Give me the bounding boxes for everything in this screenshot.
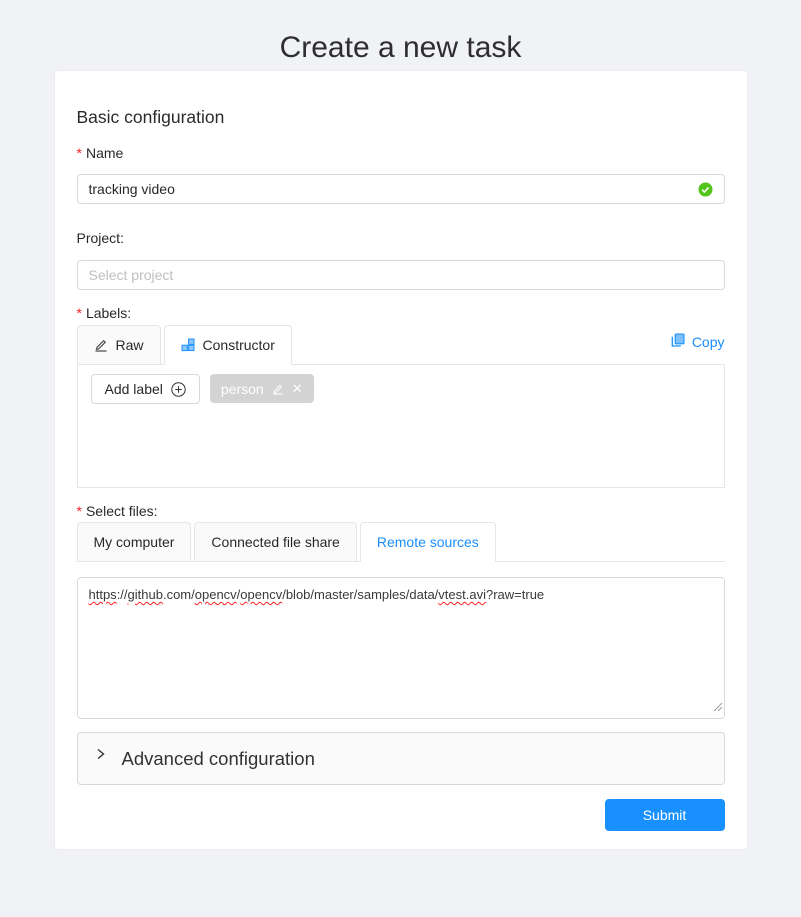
submit-row: Submit — [77, 799, 725, 831]
labels-label: *Labels: — [77, 305, 725, 321]
edit-icon — [94, 338, 108, 352]
tab-raw-label: Raw — [116, 337, 144, 353]
name-label-text: Name — [86, 145, 123, 161]
project-select[interactable]: Select project — [77, 260, 725, 290]
delete-label-icon[interactable]: ✕ — [292, 382, 303, 395]
resize-grip-icon[interactable] — [712, 698, 723, 717]
name-input[interactable]: tracking video — [77, 174, 725, 204]
tab-raw[interactable]: Raw — [77, 325, 161, 365]
tab-my-computer-label: My computer — [94, 534, 175, 550]
label-tag-person[interactable]: person ✕ — [210, 374, 314, 403]
label-tag-name: person — [221, 381, 264, 397]
tab-remote-sources-label: Remote sources — [377, 534, 479, 550]
labels-label-text: Labels: — [86, 305, 131, 321]
page-title: Create a new task — [0, 0, 801, 70]
basic-configuration-title: Basic configuration — [77, 105, 725, 129]
select-files-label-text: Select files: — [86, 503, 158, 519]
check-circle-icon — [698, 182, 713, 197]
name-label: *Name — [77, 145, 725, 161]
copy-button-label: Copy — [692, 334, 725, 350]
remote-urls-textarea[interactable]: https://github.com/opencv/opencv/blob/ma… — [77, 577, 725, 719]
tab-my-computer[interactable]: My computer — [77, 522, 192, 562]
tab-constructor[interactable]: Constructor — [164, 325, 292, 365]
name-input-value: tracking video — [89, 181, 698, 197]
project-select-placeholder: Select project — [89, 267, 713, 283]
remote-url-text: https://github.com/opencv/opencv/blob/ma… — [89, 585, 713, 604]
tab-constructor-label: Constructor — [203, 337, 275, 353]
select-files-label: *Select files: — [77, 503, 725, 519]
required-asterisk: * — [77, 145, 82, 161]
project-label: Project: — [77, 230, 725, 246]
advanced-configuration-toggle[interactable]: Advanced configuration — [77, 732, 725, 785]
files-tabbar: My computer Connected file share Remote … — [77, 522, 725, 562]
edit-label-icon[interactable] — [272, 383, 284, 395]
add-label-button-text: Add label — [105, 381, 163, 397]
add-label-button[interactable]: Add label — [91, 374, 200, 404]
labels-constructor-panel: Add label person ✕ — [77, 365, 725, 488]
advanced-configuration-label: Advanced configuration — [122, 748, 315, 770]
required-asterisk: * — [77, 305, 82, 321]
copy-button[interactable]: Copy — [671, 333, 725, 356]
tab-remote-sources[interactable]: Remote sources — [360, 522, 496, 562]
submit-button[interactable]: Submit — [605, 799, 725, 831]
chevron-right-icon — [95, 747, 106, 763]
labels-tabbar: Raw Constructor Copy — [77, 325, 725, 365]
create-task-card: Basic configuration *Name tracking video… — [54, 70, 748, 850]
plus-circle-icon — [171, 382, 186, 397]
copy-icon — [671, 333, 685, 350]
tab-connected-file-share-label: Connected file share — [211, 534, 339, 550]
build-icon — [181, 338, 195, 352]
tab-connected-file-share[interactable]: Connected file share — [194, 522, 356, 562]
required-asterisk: * — [77, 503, 82, 519]
